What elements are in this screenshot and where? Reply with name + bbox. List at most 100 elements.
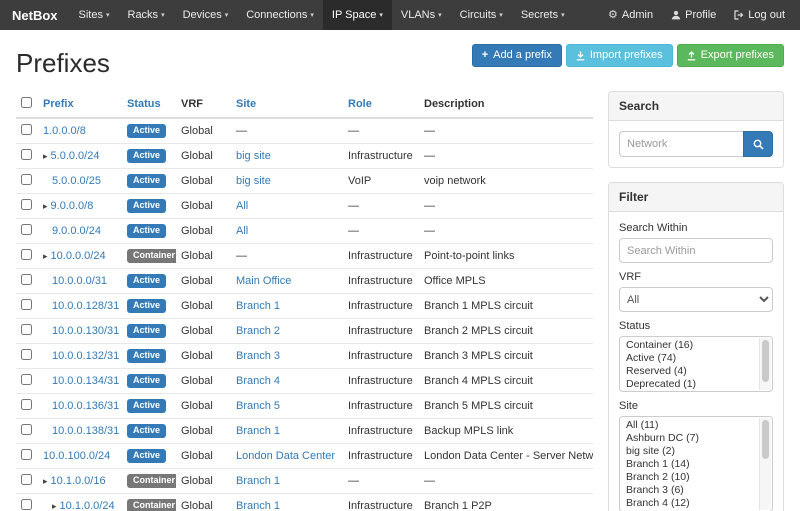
- search-input[interactable]: [619, 131, 743, 157]
- prefix-link[interactable]: 10.0.0.0/24: [51, 250, 106, 262]
- description-cell: Branch 5 MPLS circuit: [419, 394, 593, 419]
- site-scrollbar[interactable]: [759, 418, 771, 510]
- sort-header-role[interactable]: Role: [348, 98, 372, 110]
- table-row: ▸5.0.0.0/24 Active Global big site Infra…: [16, 144, 593, 169]
- status-listbox[interactable]: Container (16)Active (74)Reserved (4)Dep…: [619, 336, 773, 392]
- site-link[interactable]: Branch 5: [236, 400, 280, 412]
- row-checkbox[interactable]: [21, 249, 32, 260]
- nav-item-circuits[interactable]: Circuits ▾: [451, 0, 512, 30]
- prefix-link[interactable]: 5.0.0.0/24: [51, 150, 100, 162]
- sort-header-site[interactable]: Site: [236, 98, 256, 110]
- site-link[interactable]: Branch 4: [236, 375, 280, 387]
- row-checkbox[interactable]: [21, 274, 32, 285]
- row-checkbox[interactable]: [21, 124, 32, 135]
- row-checkbox[interactable]: [21, 324, 32, 335]
- scroll-thumb[interactable]: [762, 420, 769, 459]
- page-actions: + Add a prefix Import prefixes Export pr…: [472, 44, 784, 67]
- row-checkbox[interactable]: [21, 349, 32, 360]
- prefix-link[interactable]: 10.0.100.0/24: [43, 450, 110, 462]
- row-checkbox[interactable]: [21, 374, 32, 385]
- nav-item-racks[interactable]: Racks ▾: [119, 0, 174, 30]
- prefix-link[interactable]: 5.0.0.0/25: [52, 175, 101, 187]
- row-checkbox[interactable]: [21, 424, 32, 435]
- status-badge: Active: [127, 199, 166, 213]
- prefix-link[interactable]: 9.0.0.0/8: [51, 200, 94, 212]
- site-link[interactable]: Branch 2: [236, 325, 280, 337]
- status-badge: Container: [127, 249, 176, 263]
- site-link[interactable]: Branch 1: [236, 500, 280, 511]
- prefix-link[interactable]: 10.0.0.0/31: [52, 275, 107, 287]
- site-link[interactable]: London Data Center: [236, 450, 335, 462]
- row-checkbox[interactable]: [21, 299, 32, 310]
- role-cell: Infrastructure: [343, 344, 419, 369]
- nav-item-ip-space[interactable]: IP Space ▾: [323, 0, 392, 30]
- role-cell: Infrastructure: [343, 394, 419, 419]
- prefix-link[interactable]: 1.0.0.0/8: [43, 125, 86, 137]
- site-link[interactable]: Branch 1: [236, 300, 280, 312]
- import-prefixes-button[interactable]: Import prefixes: [566, 44, 673, 67]
- row-checkbox[interactable]: [21, 149, 32, 160]
- prefix-link[interactable]: 10.0.0.136/31: [52, 400, 119, 412]
- nav-item-logout[interactable]: Log out: [725, 0, 794, 30]
- site-link[interactable]: Branch 1: [236, 475, 280, 487]
- site-link[interactable]: big site: [236, 150, 271, 162]
- vrf-cell: Global: [176, 369, 231, 394]
- table-row: ▸10.0.0.136/31 Active Global Branch 5 In…: [16, 394, 593, 419]
- row-checkbox[interactable]: [21, 174, 32, 185]
- nav-item-sites[interactable]: Sites ▾: [70, 0, 119, 30]
- nav-item-secrets[interactable]: Secrets ▾: [512, 0, 574, 30]
- site-link[interactable]: Main Office: [236, 275, 291, 287]
- search-button[interactable]: [743, 131, 773, 157]
- site-link[interactable]: big site: [236, 175, 271, 187]
- listbox-option[interactable]: Branch 1 (14): [620, 458, 758, 471]
- nav-item-admin[interactable]: ⚙ Admin: [599, 0, 662, 30]
- prefix-link[interactable]: 10.1.0.0/24: [60, 500, 115, 511]
- row-checkbox[interactable]: [21, 199, 32, 210]
- listbox-option[interactable]: Container (16): [620, 339, 758, 352]
- sort-header-prefix[interactable]: Prefix: [43, 98, 74, 110]
- listbox-option[interactable]: Branch 2 (10): [620, 471, 758, 484]
- add-prefix-button[interactable]: + Add a prefix: [472, 44, 562, 67]
- row-checkbox[interactable]: [21, 449, 32, 460]
- search-within-input[interactable]: [619, 238, 773, 263]
- table-header-row: Prefix Status VRF Site Role Description: [16, 91, 593, 118]
- nav-item-profile[interactable]: Profile: [662, 0, 725, 30]
- listbox-option[interactable]: All (11): [620, 419, 758, 432]
- prefix-link[interactable]: 10.0.0.130/31: [52, 325, 119, 337]
- expand-caret-icon: ▸: [43, 201, 48, 211]
- status-scrollbar[interactable]: [759, 338, 771, 390]
- site-link[interactable]: Branch 3: [236, 350, 280, 362]
- nav-item-connections[interactable]: Connections ▾: [237, 0, 323, 30]
- listbox-option[interactable]: Branch 4 (12): [620, 497, 758, 510]
- listbox-option[interactable]: Deprecated (1): [620, 378, 758, 391]
- site-listbox[interactable]: All (11)Ashburn DC (7)big site (2)Branch…: [619, 416, 773, 511]
- prefix-link[interactable]: 10.0.0.138/31: [52, 425, 119, 437]
- nav-item-devices[interactable]: Devices ▾: [174, 0, 238, 30]
- nav-item-vlans[interactable]: VLANs ▾: [392, 0, 451, 30]
- prefix-link[interactable]: 10.1.0.0/16: [51, 475, 106, 487]
- listbox-option[interactable]: Active (74): [620, 352, 758, 365]
- listbox-option[interactable]: Branch 3 (6): [620, 484, 758, 497]
- row-checkbox[interactable]: [21, 224, 32, 235]
- site-link[interactable]: Branch 1: [236, 425, 280, 437]
- select-all-checkbox[interactable]: [21, 97, 32, 108]
- vrf-select[interactable]: All: [619, 287, 773, 312]
- export-prefixes-button[interactable]: Export prefixes: [677, 44, 784, 67]
- prefix-link[interactable]: 10.0.0.128/31: [52, 300, 119, 312]
- listbox-option[interactable]: Ashburn DC (7): [620, 432, 758, 445]
- scroll-thumb[interactable]: [762, 340, 769, 382]
- row-checkbox[interactable]: [21, 399, 32, 410]
- prefix-link[interactable]: 10.0.0.132/31: [52, 350, 119, 362]
- prefix-table-body: ▸1.0.0.0/8 Active Global — — — ▸5.0.0.0/…: [16, 118, 593, 511]
- site-link[interactable]: All: [236, 200, 248, 212]
- row-checkbox[interactable]: [21, 499, 32, 510]
- listbox-option[interactable]: big site (2): [620, 445, 758, 458]
- site-link[interactable]: All: [236, 225, 248, 237]
- listbox-option[interactable]: Reserved (4): [620, 365, 758, 378]
- prefix-link[interactable]: 10.0.0.134/31: [52, 375, 119, 387]
- prefix-link[interactable]: 9.0.0.0/24: [52, 225, 101, 237]
- sort-header-status[interactable]: Status: [127, 98, 161, 110]
- row-checkbox[interactable]: [21, 474, 32, 485]
- brand-link[interactable]: NetBox: [6, 0, 70, 30]
- vrf-cell: Global: [176, 269, 231, 294]
